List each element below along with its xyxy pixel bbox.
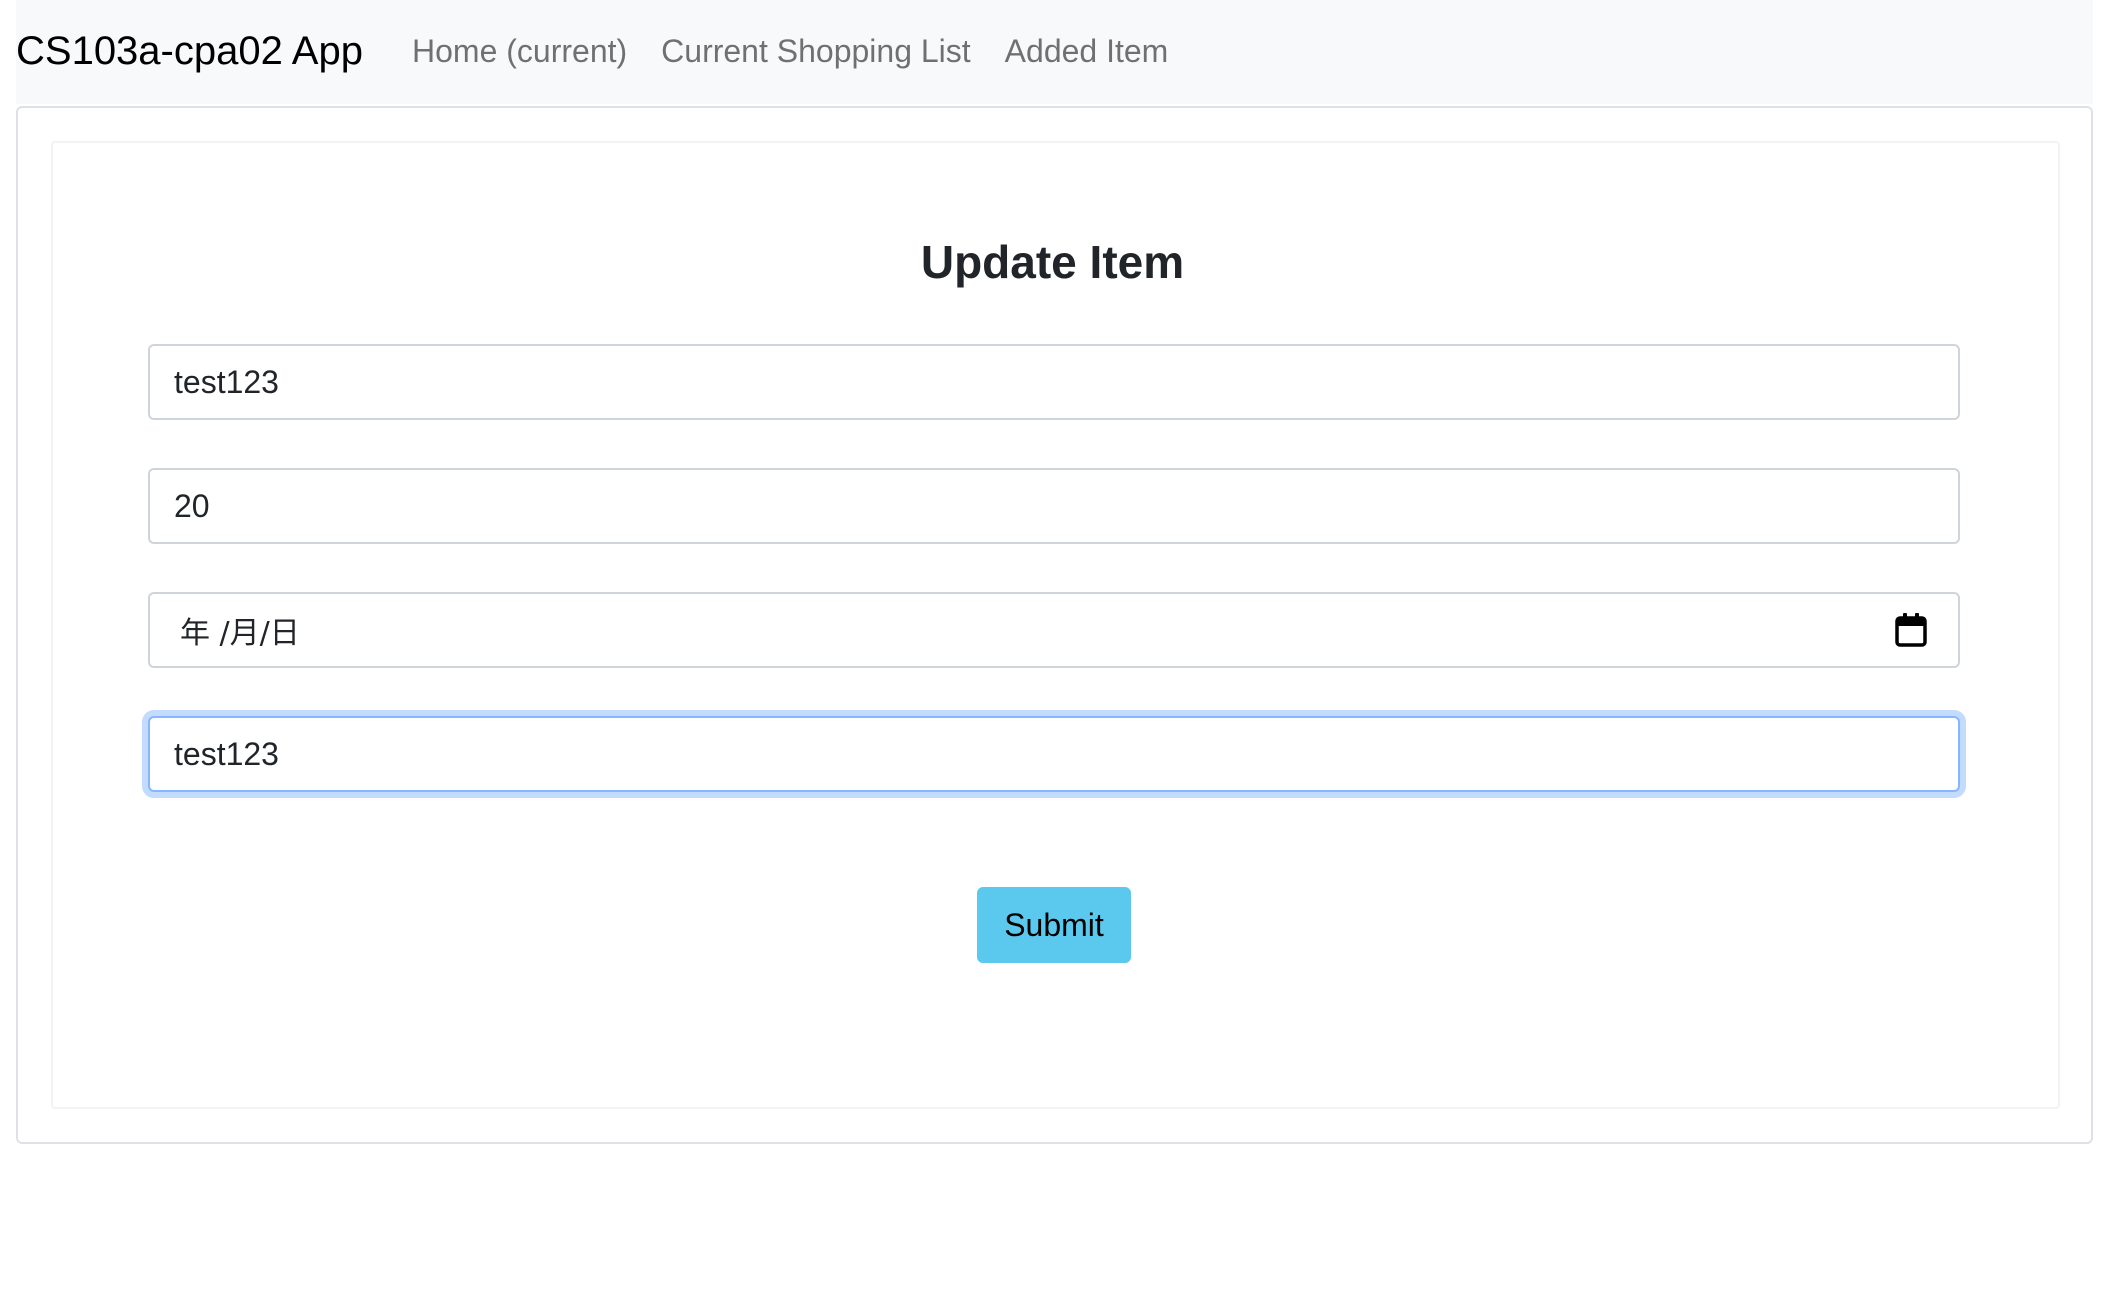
submit-button[interactable]: Submit — [977, 887, 1131, 963]
quantity-input[interactable] — [148, 468, 1960, 544]
date-input[interactable]: 年 /月/日 — [148, 592, 1960, 668]
nav-link-added-item[interactable]: Added Item — [1005, 28, 1169, 74]
nav-link-home[interactable]: Home (current) — [412, 28, 627, 74]
nav-links: Home (current) Current Shopping List Add… — [412, 28, 1168, 74]
page-title: Update Item — [920, 236, 1185, 288]
date-placeholder: 年 /月/日 — [180, 616, 300, 651]
page: CS103a-cpa02 App Home (current) Current … — [0, 0, 2118, 1304]
nav-link-shopping-list[interactable]: Current Shopping List — [661, 28, 971, 74]
brand-link[interactable]: CS103a-cpa02 App — [16, 24, 363, 78]
item-name-input[interactable] — [148, 344, 1960, 420]
description-input[interactable] — [148, 716, 1960, 792]
navbar: CS103a-cpa02 App Home (current) Current … — [16, 0, 2093, 104]
calendar-icon[interactable] — [1894, 612, 1928, 648]
